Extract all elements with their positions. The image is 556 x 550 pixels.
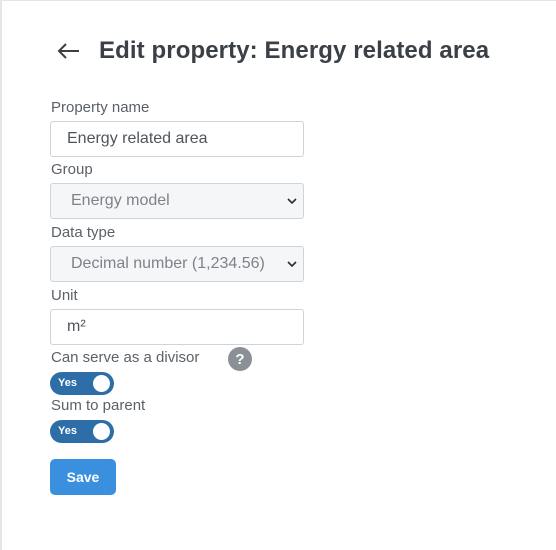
divisor-toggle[interactable]: Yes	[50, 372, 114, 395]
save-button[interactable]: Save	[50, 459, 116, 495]
unit-value: m²	[67, 318, 86, 335]
sum-to-parent-toggle-label: Yes	[58, 425, 77, 437]
sum-to-parent-toggle[interactable]: Yes	[50, 420, 114, 443]
chevron-down-icon	[287, 261, 297, 268]
page-header: Edit property: Energy related area	[57, 37, 489, 65]
property-name-label: Property name	[51, 99, 150, 116]
group-label: Group	[51, 161, 93, 178]
help-icon[interactable]: ?	[228, 347, 252, 371]
property-name-input[interactable]: Energy related area	[50, 121, 304, 157]
data-type-select[interactable]: Decimal number (1,234.56)	[50, 246, 304, 282]
group-value: Energy model	[71, 192, 170, 209]
property-name-value: Energy related area	[67, 130, 208, 147]
data-type-label: Data type	[51, 224, 116, 241]
unit-input[interactable]: m²	[50, 309, 304, 345]
sum-to-parent-label: Sum to parent	[51, 397, 146, 414]
toggle-knob	[93, 423, 110, 440]
page-border-top	[0, 0, 556, 1]
arrow-left-icon[interactable]	[57, 39, 81, 63]
data-type-value: Decimal number (1,234.56)	[71, 255, 265, 272]
unit-label: Unit	[51, 287, 78, 304]
divisor-label: Can serve as a divisor	[51, 349, 200, 366]
toggle-knob	[93, 375, 110, 392]
page-border-left	[0, 0, 2, 550]
group-select[interactable]: Energy model	[50, 183, 304, 219]
chevron-down-icon	[287, 198, 297, 205]
divisor-toggle-label: Yes	[58, 377, 77, 389]
page-title: Edit property: Energy related area	[99, 37, 490, 64]
